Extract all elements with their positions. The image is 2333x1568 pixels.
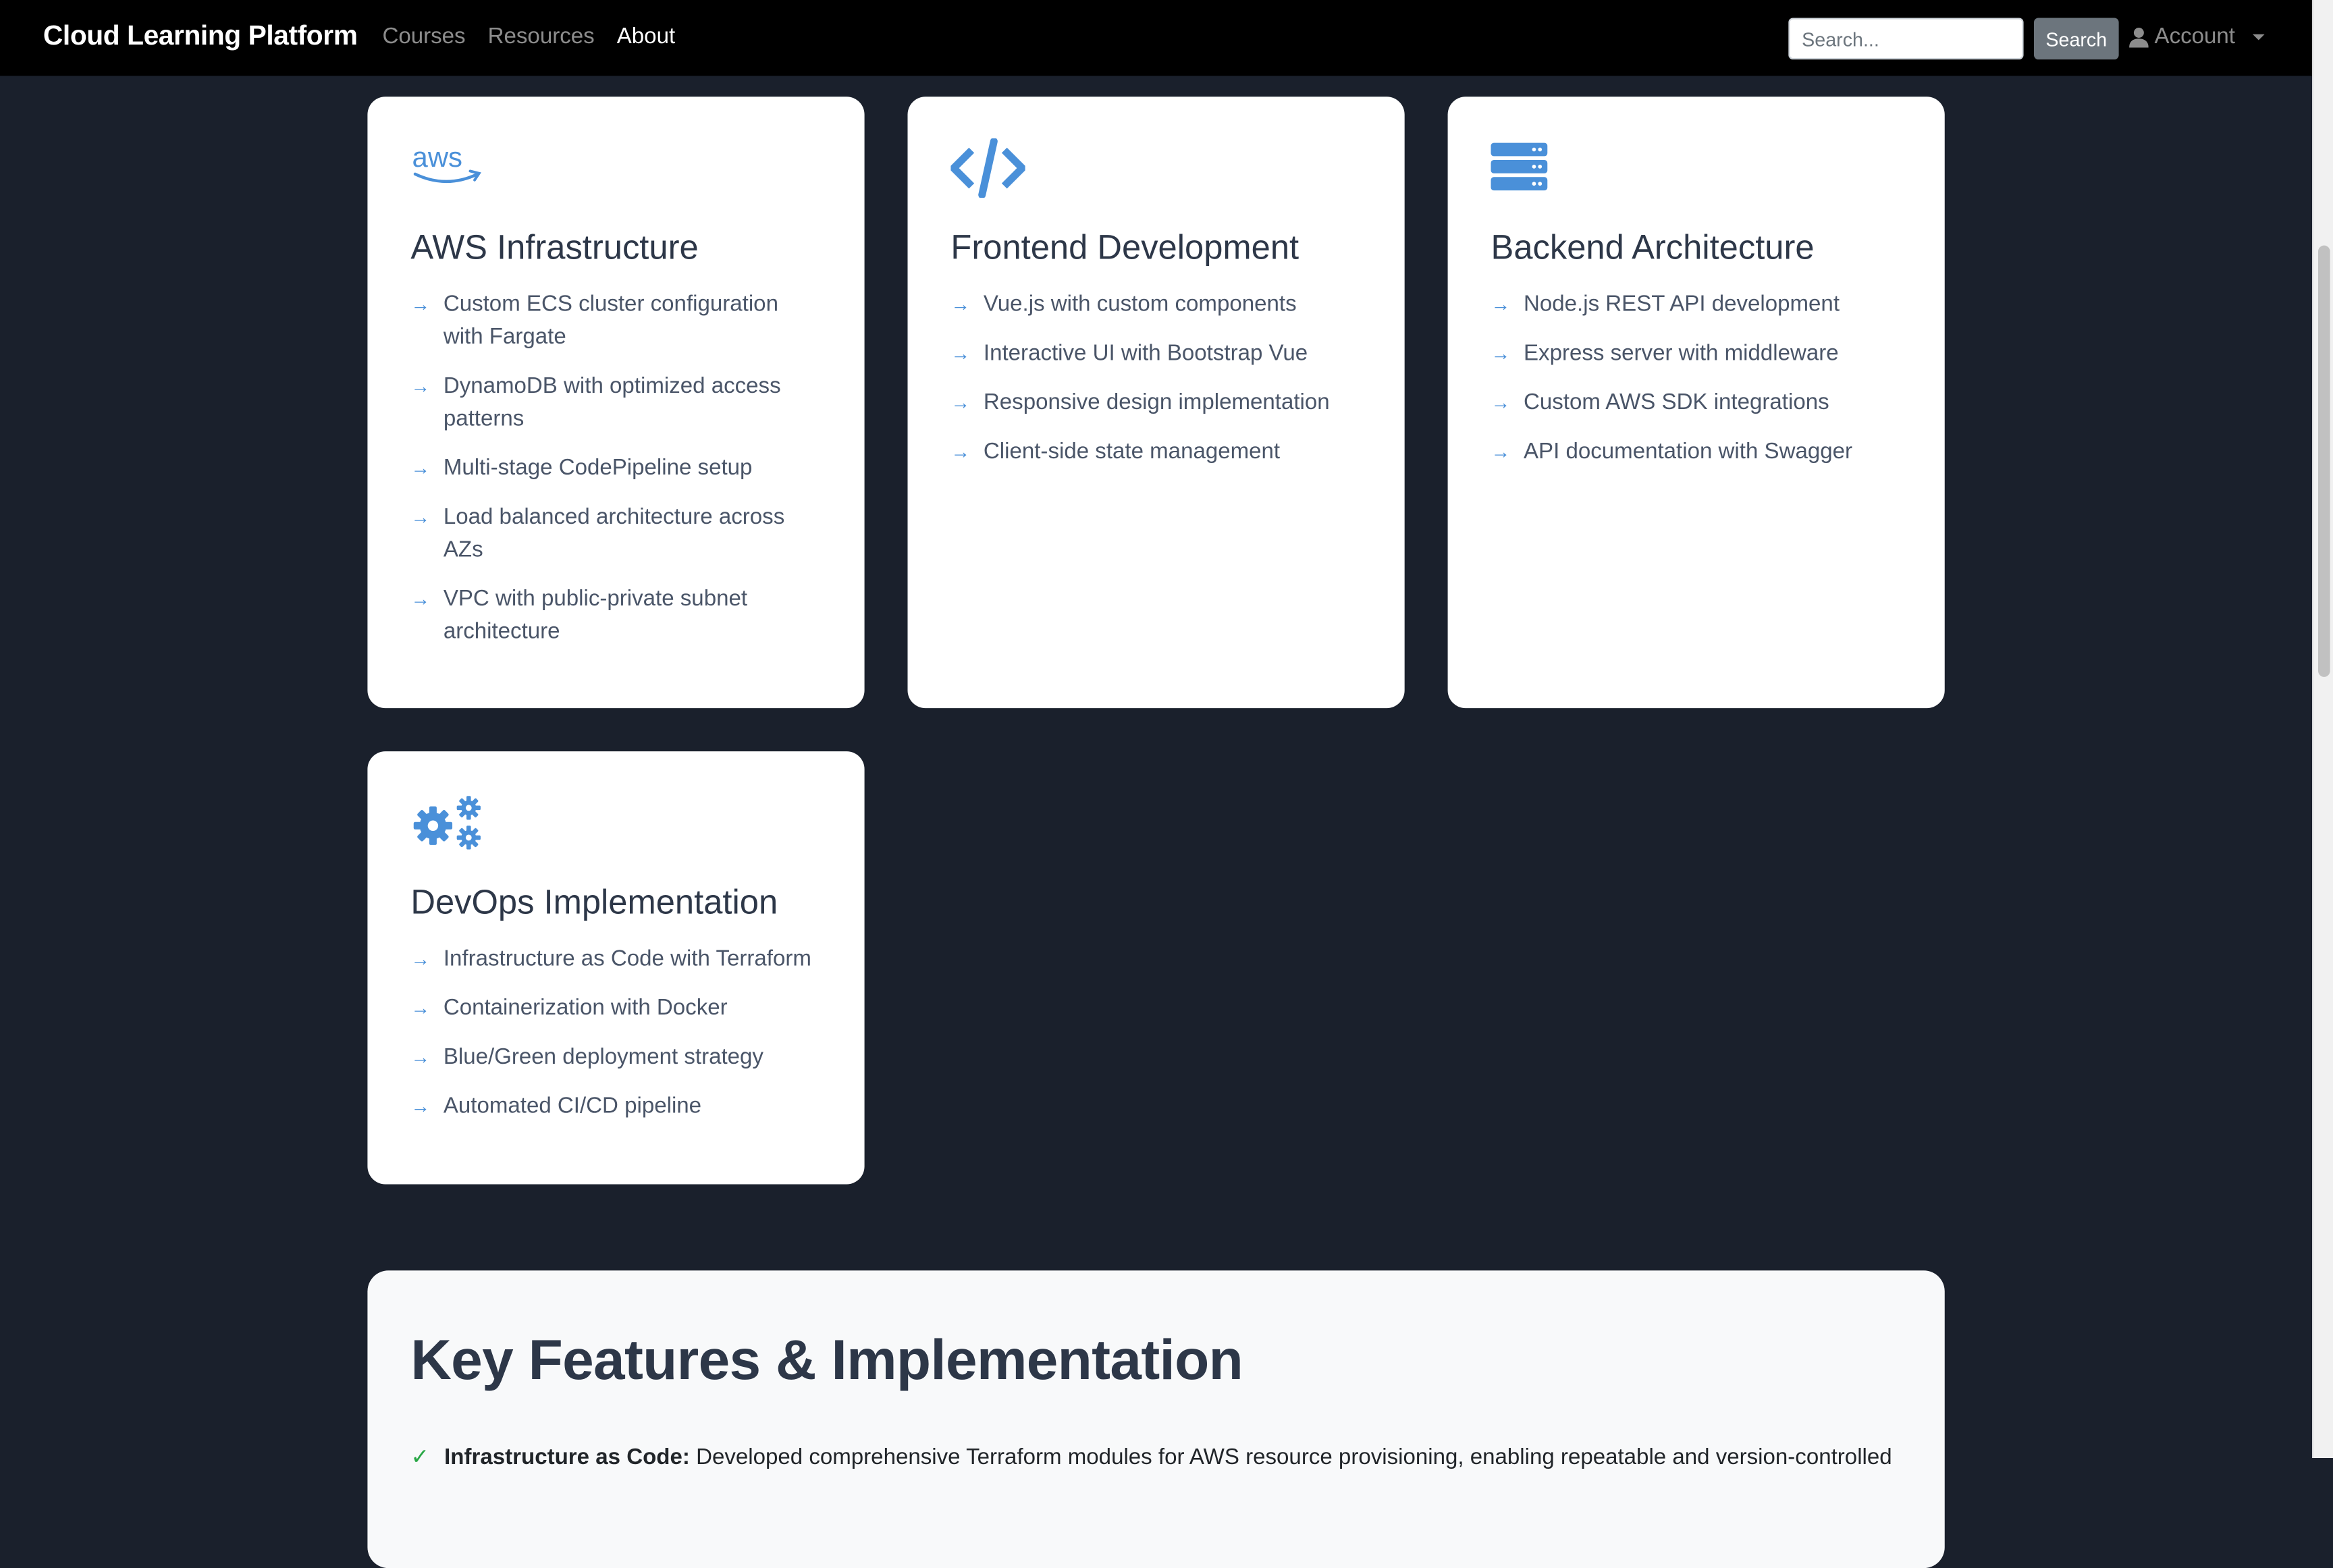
arrow-right-icon: →	[410, 375, 430, 398]
nav-link-resources[interactable]: Resources	[488, 24, 595, 49]
list-item: → Load balanced architecture across AZs	[410, 502, 821, 567]
list-item: → Infrastructure as Code with Terraform	[410, 943, 821, 975]
feature-list: → Vue.js with custom components → Interact…	[950, 289, 1361, 469]
list-item: → DynamoDB with optimized access patterns	[410, 371, 821, 436]
arrow-right-icon: →	[410, 996, 430, 1019]
brand-logo[interactable]: Cloud Learning Platform	[43, 20, 358, 52]
key-features-section: Key Features & Implementation ✓ Infrastru…	[367, 1270, 1945, 1568]
list-item: → API documentation with Swagger	[1491, 436, 1902, 468]
account-dropdown[interactable]: Account	[2129, 24, 2265, 49]
card-title: Frontend Development	[950, 227, 1299, 267]
arrow-right-icon: →	[410, 293, 430, 316]
card-title: Backend Architecture	[1491, 227, 1815, 267]
list-item: → VPC with public-private subnet architec…	[410, 583, 821, 649]
list-item: → Automated CI/CD pipeline	[410, 1091, 821, 1123]
list-item: → Interactive UI with Bootstrap Vue	[950, 337, 1361, 370]
list-item: → Blue/Green deployment strategy	[410, 1042, 821, 1074]
arrow-right-icon: →	[1491, 293, 1511, 316]
list-item: → Node.js REST API development	[1491, 289, 1902, 321]
check-icon: ✓	[410, 1444, 430, 1470]
list-item: → Multi-stage CodePipeline setup	[410, 452, 821, 485]
arrow-right-icon: →	[950, 293, 971, 316]
svg-text:aws: aws	[412, 141, 462, 173]
arrow-right-icon: →	[410, 1046, 430, 1069]
arrow-right-icon: →	[950, 342, 971, 365]
list-item: → Responsive design implementation	[950, 387, 1361, 419]
search-button[interactable]: Search	[2034, 18, 2119, 60]
arrow-right-icon: →	[410, 456, 430, 479]
aws-logo-icon: aws	[412, 141, 481, 184]
card-backend-architecture: Backend Architecture → Node.js REST API d…	[1447, 97, 1945, 709]
feature-label: Infrastructure as Code:	[444, 1444, 690, 1470]
arrow-right-icon: →	[1491, 342, 1511, 365]
list-item: → Custom AWS SDK integrations	[1491, 387, 1902, 419]
card-title: AWS Infrastructure	[410, 227, 699, 267]
list-item: → Vue.js with custom components	[950, 289, 1361, 321]
arrow-right-icon: →	[410, 506, 430, 529]
nav-link-about[interactable]: About	[617, 24, 675, 49]
arrow-right-icon: →	[950, 440, 971, 463]
search-input[interactable]	[1788, 18, 2024, 60]
list-item: → Express server with middleware	[1491, 337, 1902, 370]
list-item: → Containerization with Docker	[410, 992, 821, 1025]
arrow-right-icon: →	[950, 391, 971, 414]
arrow-right-icon: →	[410, 948, 430, 971]
feature-list: → Node.js REST API development → Express s…	[1491, 289, 1902, 469]
user-icon	[2129, 26, 2149, 47]
list-item: → Client-side state management	[950, 436, 1361, 468]
account-label: Account	[2154, 24, 2236, 49]
section-title: Key Features & Implementation	[410, 1330, 1243, 1393]
code-icon	[950, 138, 1025, 198]
feature-list: → Custom ECS cluster configuration with F…	[410, 289, 821, 649]
arrow-right-icon: →	[1491, 391, 1511, 414]
card-frontend-development: Frontend Development → Vue.js with custom…	[907, 97, 1405, 709]
list-item: → Custom ECS cluster configuration with F…	[410, 289, 821, 354]
nav-links: Courses Resources About	[382, 24, 675, 49]
card-title: DevOps Implementation	[410, 882, 778, 921]
caret-down-icon	[2253, 34, 2265, 40]
arrow-right-icon: →	[410, 587, 430, 610]
nav-link-courses[interactable]: Courses	[382, 24, 465, 49]
card-devops-implementation: DevOps Implementation → Infrastructure as…	[367, 751, 865, 1185]
scrollbar-thumb[interactable]	[2317, 245, 2330, 677]
cogs-icon	[413, 796, 481, 850]
feature-list: → Infrastructure as Code with Terraform →…	[410, 943, 821, 1123]
top-navbar: Cloud Learning Platform Courses Resource…	[0, 0, 2313, 76]
arrow-right-icon: →	[1491, 440, 1511, 463]
feature-text: Developed comprehensive Terraform module…	[696, 1444, 1892, 1470]
server-icon	[1491, 142, 1548, 191]
feature-item: ✓ Infrastructure as Code: Developed compr…	[410, 1443, 1892, 1470]
arrow-right-icon: →	[410, 1095, 430, 1118]
card-aws-infrastructure: aws AWS Infrastructure → Custom ECS clust…	[367, 97, 865, 709]
page-scrollbar[interactable]	[2312, 0, 2333, 1459]
